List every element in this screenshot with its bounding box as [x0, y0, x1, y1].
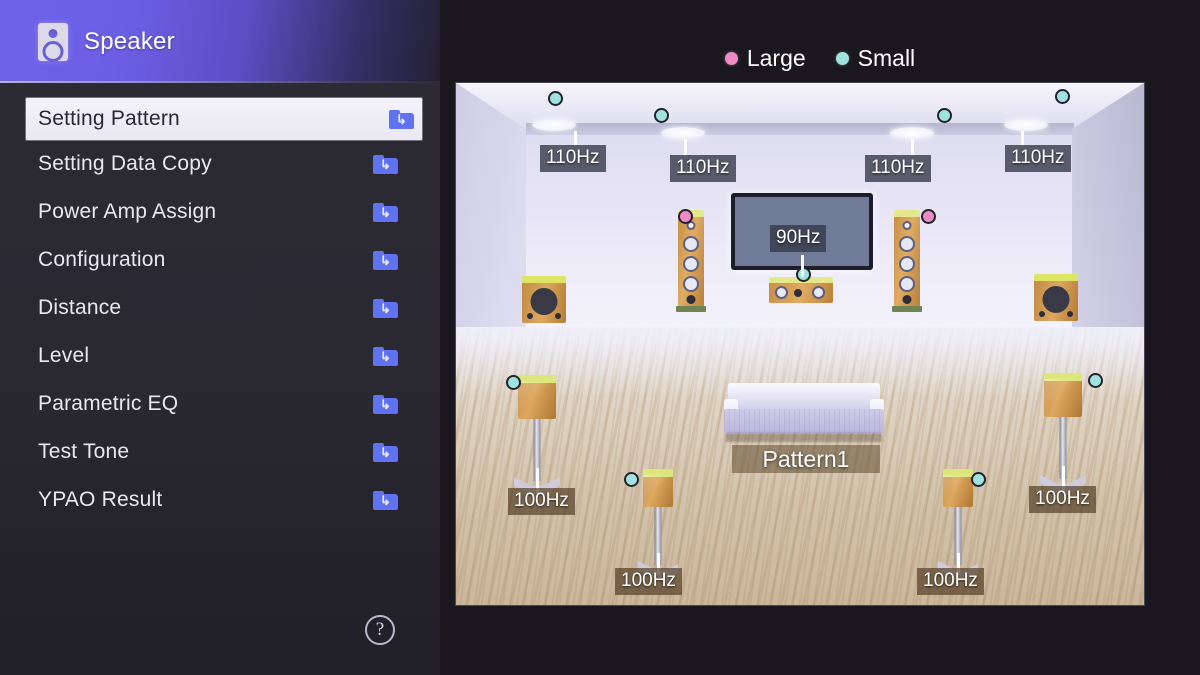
menu-item-label: Configuration: [38, 248, 166, 271]
menu-item-label: Parametric EQ: [38, 392, 179, 415]
marker-surround-back-right: [971, 472, 986, 487]
marker-front-left: [678, 209, 693, 224]
center-speaker: [769, 277, 833, 303]
speaker-setup-screen: Speaker Setting Pattern ↳ Setting Data C…: [0, 0, 1200, 675]
ceiling-edge-band: [526, 123, 1074, 135]
surround-back-left-speaker: [638, 469, 678, 581]
surround-left-speaker: [514, 375, 560, 497]
legend-label-large: Large: [746, 44, 806, 71]
menu-item-label: Level: [38, 344, 90, 367]
menu-item-parametric-eq[interactable]: Parametric EQ ↳: [0, 380, 440, 428]
marker-presence-front-left: [548, 91, 563, 106]
folder-arrow-icon: ↳: [373, 154, 398, 174]
menu-item-label: Setting Data Copy: [38, 152, 212, 175]
menu-item-test-tone[interactable]: Test Tone ↳: [0, 428, 440, 476]
settings-menu: Setting Pattern ↳ Setting Data Copy ↳ Po…: [0, 98, 440, 524]
crossover-label-presence-rear-left: 110Hz: [670, 155, 736, 182]
marker-front-right: [921, 209, 936, 224]
ceiling-light: [661, 127, 705, 139]
menu-item-level[interactable]: Level ↳: [0, 332, 440, 380]
legend-dot-large: [724, 51, 738, 65]
folder-arrow-icon: ↳: [373, 202, 398, 222]
marker-presence-rear-right: [937, 108, 952, 123]
marker-presence-front-right: [1055, 89, 1070, 104]
sidebar-header: Speaker: [0, 0, 440, 83]
folder-arrow-icon: ↳: [373, 346, 398, 366]
legend-label-small: Small: [857, 44, 916, 71]
folder-arrow-icon: ↳: [389, 109, 414, 129]
surround-right-speaker: [1040, 373, 1086, 495]
legend-entry-small: Small: [835, 44, 916, 72]
folder-arrow-icon: ↳: [373, 490, 398, 510]
menu-item-label: YPAO Result: [38, 488, 163, 511]
room-diagram: 110Hz 110Hz 110Hz 110Hz 90Hz 100Hz 100Hz…: [456, 83, 1144, 605]
speaker-icon: [38, 22, 68, 61]
ceiling-light: [890, 127, 934, 139]
crossover-label-surround-right: 100Hz: [1029, 486, 1096, 513]
menu-item-configuration[interactable]: Configuration ↳: [0, 236, 440, 284]
room-preview-panel: Large Small 110Hz 110Hz 110Hz 110Hz 90Hz…: [440, 0, 1200, 675]
crossover-label-presence-front-left: 110Hz: [540, 145, 606, 172]
sofa: [724, 383, 884, 442]
subwoofer-right-speaker: [1034, 274, 1078, 321]
marker-surround-left: [506, 375, 521, 390]
crossover-label-surround-back-left: 100Hz: [615, 568, 682, 595]
marker-presence-rear-left: [654, 108, 669, 123]
legend-entry-large: Large: [724, 44, 806, 72]
marker-surround-back-left: [624, 472, 639, 487]
pattern-label: Pattern1: [732, 445, 880, 473]
menu-item-setting-pattern[interactable]: Setting Pattern ↳: [26, 98, 422, 140]
folder-arrow-icon: ↳: [373, 250, 398, 270]
ceiling-light: [532, 119, 576, 131]
surround-back-right-speaker: [938, 469, 978, 581]
menu-item-label: Setting Pattern: [38, 107, 180, 130]
front-right-speaker: [892, 210, 922, 312]
crossover-label-center: 90Hz: [770, 225, 827, 252]
folder-arrow-icon: ↳: [373, 442, 398, 462]
front-left-speaker: [676, 210, 706, 312]
crossover-label-presence-front-right: 110Hz: [1005, 145, 1071, 172]
legend-dot-small: [835, 51, 849, 65]
menu-item-distance[interactable]: Distance ↳: [0, 284, 440, 332]
speaker-size-legend: Large Small: [440, 42, 1200, 74]
ceiling-light: [1004, 119, 1048, 131]
menu-item-label: Power Amp Assign: [38, 200, 217, 223]
subwoofer-left-speaker: [522, 276, 566, 323]
crossover-label-surround-left: 100Hz: [508, 488, 575, 515]
menu-item-ypao-result[interactable]: YPAO Result ↳: [0, 476, 440, 524]
menu-item-label: Distance: [38, 296, 122, 319]
page-title: Speaker: [84, 27, 175, 55]
crossover-label-presence-rear-right: 110Hz: [865, 155, 931, 182]
marker-surround-right: [1088, 373, 1103, 388]
help-circle-icon[interactable]: ?: [365, 615, 395, 645]
menu-item-setting-data-copy[interactable]: Setting Data Copy ↳: [0, 140, 440, 188]
menu-item-power-amp-assign[interactable]: Power Amp Assign ↳: [0, 188, 440, 236]
folder-arrow-icon: ↳: [373, 394, 398, 414]
folder-arrow-icon: ↳: [373, 298, 398, 318]
menu-item-label: Test Tone: [38, 440, 130, 463]
leader-line: [801, 255, 804, 277]
sidebar: Speaker Setting Pattern ↳ Setting Data C…: [0, 0, 440, 675]
crossover-label-surround-back-right: 100Hz: [917, 568, 984, 595]
